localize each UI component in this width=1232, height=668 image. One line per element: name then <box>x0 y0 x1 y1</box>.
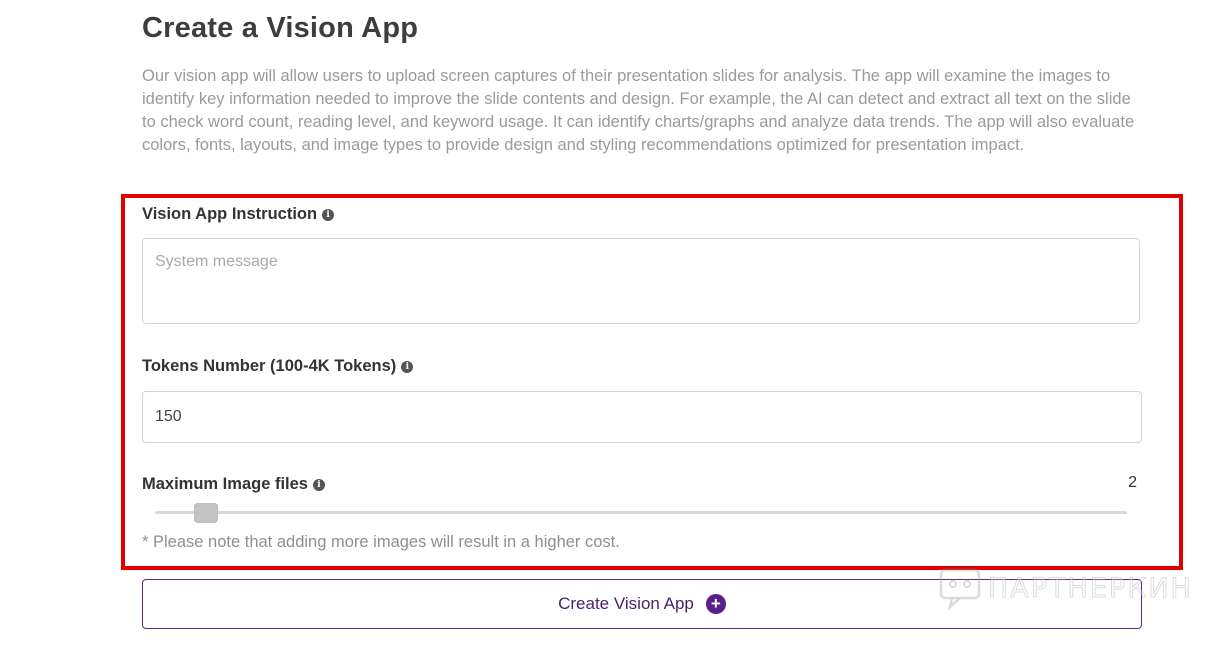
tokens-label-text: Tokens Number (100-4K Tokens) <box>142 357 397 375</box>
page-title: Create a Vision App <box>142 12 419 44</box>
watermark-text: ПАРТНЕРКИН <box>988 572 1193 604</box>
vision-app-page: Create a Vision App Our vision app will … <box>0 0 1232 668</box>
instruction-textarea[interactable] <box>142 238 1140 324</box>
page-description: Our vision app will allow users to uploa… <box>142 67 1135 154</box>
max-images-label: Maximum Image files i <box>142 475 325 494</box>
max-images-slider-thumb[interactable] <box>194 503 218 523</box>
tokens-input[interactable] <box>142 391 1142 443</box>
cost-note: * Please note that adding more images wi… <box>142 533 620 551</box>
info-circle-icon[interactable]: i <box>322 208 335 221</box>
watermark: ПАРТНЕРКИН <box>938 566 1193 610</box>
tokens-label: Tokens Number (100-4K Tokens) i <box>142 357 414 376</box>
max-images-slider-track[interactable] <box>155 511 1127 514</box>
info-circle-icon[interactable]: i <box>401 360 414 373</box>
max-images-value: 2 <box>1128 474 1137 491</box>
max-images-label-text: Maximum Image files <box>142 475 308 493</box>
plus-circle-icon: + <box>705 594 726 614</box>
info-circle-icon[interactable]: i <box>312 478 325 491</box>
create-button-label: Create Vision App <box>558 594 694 613</box>
chat-bubble-icon <box>939 568 981 610</box>
instruction-label-text: Vision App Instruction <box>142 205 318 223</box>
instruction-label: Vision App Instruction i <box>142 205 335 224</box>
